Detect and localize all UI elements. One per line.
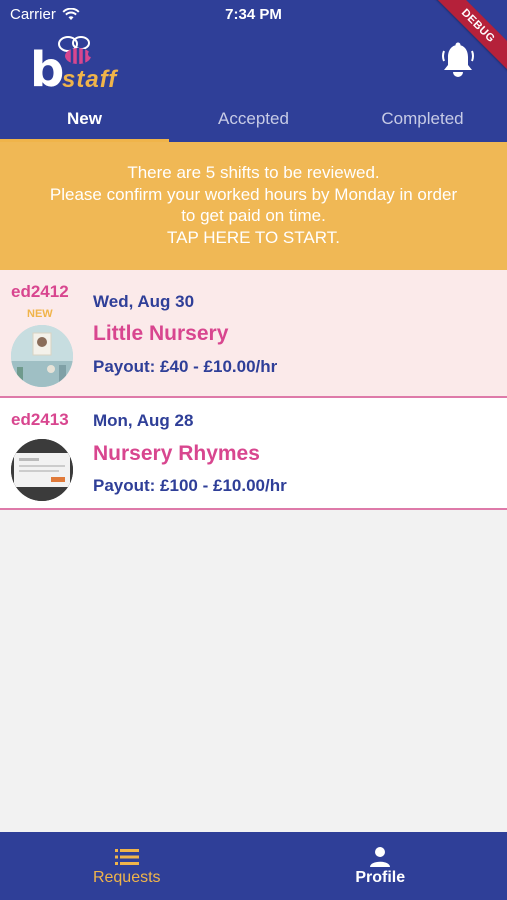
shift-code: ed2412 xyxy=(11,282,69,301)
shift-title: Nursery Rhymes xyxy=(93,442,260,465)
nav-requests[interactable]: Requests xyxy=(0,832,254,900)
tab-accepted[interactable]: Accepted xyxy=(169,100,338,142)
shift-payout: Payout: £40 - £10.00/hr xyxy=(93,357,278,376)
banner-line-2: Please confirm your worked hours by Mond… xyxy=(49,184,458,204)
person-icon xyxy=(370,847,391,867)
shift-date: Wed, Aug 30 xyxy=(93,292,195,311)
shift-tabs: New Accepted Completed xyxy=(0,100,507,142)
banner-line-4: TAP HERE TO START. xyxy=(167,227,340,247)
notification-bell-icon[interactable] xyxy=(441,42,475,78)
shift-card[interactable]: ed2413 Mon, Aug 28 Nursery Rhymes Payout… xyxy=(0,398,507,510)
shift-code: ed2413 xyxy=(11,410,69,429)
review-shifts-banner[interactable]: There are 5 shifts to be reviewed. Pleas… xyxy=(0,142,507,270)
app-header: Carrier 7:34 PM DEBUG b staff New Accept xyxy=(0,0,507,142)
logo-wordmark: staff xyxy=(62,66,118,93)
tab-new[interactable]: New xyxy=(0,100,169,142)
nav-requests-label: Requests xyxy=(92,869,161,886)
list-icon xyxy=(114,849,139,865)
shift-thumbnail xyxy=(11,439,73,501)
nav-profile[interactable]: Profile xyxy=(254,832,507,900)
status-bar: Carrier 7:34 PM xyxy=(0,0,507,28)
nursery-screenshot-image xyxy=(11,439,73,501)
status-time: 7:34 PM xyxy=(225,6,282,23)
bottom-navigation: Requests Profile xyxy=(0,832,507,900)
nav-profile-label: Profile xyxy=(355,869,406,886)
shift-thumbnail xyxy=(11,325,73,387)
shift-title: Little Nursery xyxy=(93,322,229,345)
shift-date: Mon, Aug 28 xyxy=(93,411,194,430)
shift-payout: Payout: £100 - £10.00/hr xyxy=(93,476,287,495)
nursery-photo-image xyxy=(11,325,73,387)
banner-line-1: There are 5 shifts to be reviewed. xyxy=(127,163,380,182)
new-badge: NEW xyxy=(27,308,53,320)
tab-completed[interactable]: Completed xyxy=(338,100,507,142)
bstaff-logo: b staff xyxy=(30,34,130,96)
shift-card[interactable]: ed2412 NEW Wed, Aug 30 Little Nursery Pa… xyxy=(0,270,507,398)
banner-line-3: to get paid on time. xyxy=(181,206,326,225)
logo-letter: b xyxy=(30,42,65,98)
